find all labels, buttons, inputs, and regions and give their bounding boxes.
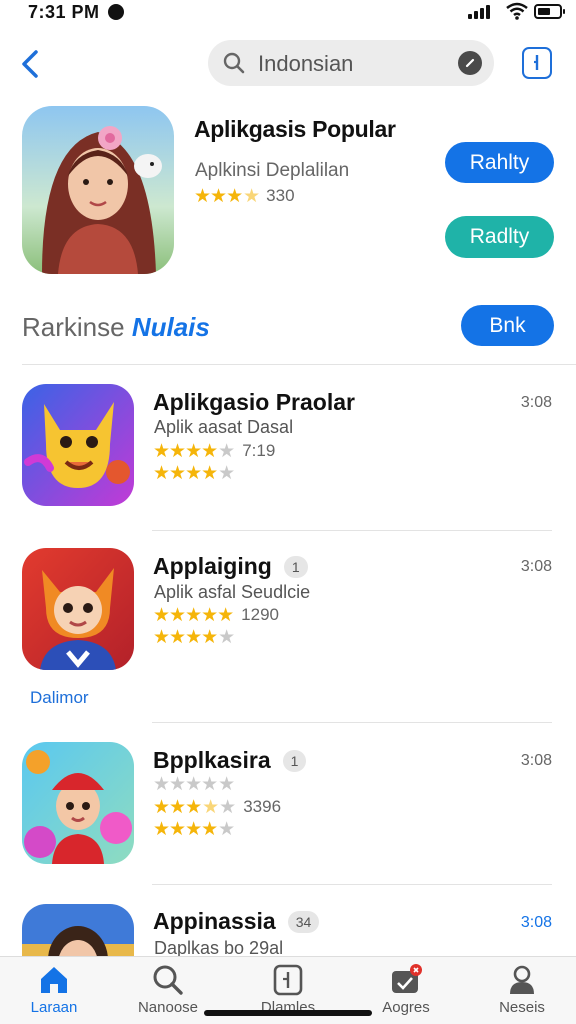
app-subtitle: Aplik asfal Seudlcie (154, 582, 311, 602)
app-name: Applaiging 1 (153, 553, 308, 580)
list-item[interactable]: Appinassia 34 Daplkas bo 29al 3:08 (0, 904, 576, 956)
notification-dot-icon (108, 4, 124, 20)
tab-label: Neseis (499, 999, 545, 1016)
section-divider (22, 364, 576, 365)
app-icon (22, 548, 134, 670)
app-time: 3:08 (520, 914, 552, 931)
tab-updates[interactable]: Aogres (358, 963, 454, 1021)
updates-icon (392, 964, 422, 993)
app-subtitle: Daplkas bo 29al (154, 938, 284, 956)
featured-app-rating: ★★★ ★ 330 (194, 186, 295, 206)
app-time: 3:08 (520, 752, 552, 769)
rating-stars: ★★★★★ (153, 796, 236, 818)
signal-icon (468, 5, 490, 19)
rating-stars: ★★★★★ (153, 774, 235, 795)
app-rating-tertiary: ★★★★ ★ (153, 774, 235, 795)
tab-today[interactable]: Laraan (6, 963, 102, 1021)
featured-app-title: Aplikgasis Popular (194, 116, 396, 142)
app-rating: ★★★★★ 1290 (153, 605, 279, 625)
section-button[interactable]: Bnk (461, 305, 554, 346)
home-indicator (204, 1010, 372, 1016)
rating-count: 7:19 (242, 441, 276, 460)
featured-secondary-button[interactable]: Radlty (445, 216, 554, 258)
rating-count: 3396 (243, 797, 282, 816)
clear-search-icon[interactable] (458, 51, 482, 75)
share-icon[interactable] (522, 47, 552, 79)
rating-stars: ★★★★★ (153, 463, 235, 484)
tab-profile[interactable]: Neseis (474, 963, 570, 1021)
featured-app-icon[interactable] (22, 106, 174, 274)
section-title-part1: Rarkinse (22, 312, 125, 342)
tab-search[interactable]: Nanoose (120, 963, 216, 1021)
app-badge: 34 (287, 910, 320, 933)
rating-stars: ★★★★★ (153, 440, 235, 462)
app-time: 3:08 (520, 394, 552, 411)
rating-stars: ★★★★★ (153, 604, 234, 626)
tab-label: Nanoose (137, 999, 199, 1016)
app-icon (22, 904, 134, 956)
rating-stars: ★★★★★ (153, 627, 235, 648)
tab-label: Laraan (30, 999, 78, 1016)
search-field[interactable]: Indonsian (208, 40, 494, 86)
search-icon (153, 965, 183, 995)
home-icon (41, 967, 67, 993)
status-bar: 7:31 PM (0, 0, 576, 28)
rating-count: 1290 (241, 605, 279, 624)
featured-app-subtitle: Aplkinsi Deplalilan (195, 160, 350, 181)
row-divider (152, 530, 552, 531)
rating-count: 330 (266, 186, 295, 205)
app-time: 3:08 (520, 558, 552, 575)
app-badge: 1 (282, 749, 307, 772)
section-title: Rarkinse Nulais (22, 312, 210, 343)
app-badge: 1 (283, 555, 308, 578)
search-icon (223, 52, 245, 74)
search-query-text: Indonsian (258, 51, 354, 76)
app-rating: ★★★★ ★ 7:19 (153, 441, 275, 461)
battery-icon (534, 4, 565, 19)
app-rating: ★★★ ★ ★ 3396 (153, 797, 281, 817)
row-divider (152, 884, 552, 885)
app-rating-secondary: ★★★★ ★ (153, 627, 235, 648)
section-title-part2[interactable]: Nulais (132, 312, 210, 342)
rating-stars: ★★★★★ (153, 819, 235, 840)
app-rating-secondary: ★★★★ ★ (153, 463, 235, 484)
app-name: Aplikgasio Praolar (153, 389, 355, 415)
app-rating-secondary: ★★★★ ★ (153, 819, 235, 840)
row-divider (152, 722, 552, 723)
app-icon (22, 384, 134, 506)
profile-icon (510, 965, 534, 994)
app-name: Bpplkasira 1 (153, 747, 307, 774)
app-name: Appinassia 34 (153, 908, 320, 935)
apps-icon (273, 964, 303, 996)
more-link[interactable]: Dalimor (30, 688, 89, 708)
rating-stars: ★★★ ★ (194, 185, 260, 207)
tab-label: Aogres (382, 999, 430, 1016)
status-time: 7:31 PM (28, 2, 100, 22)
featured-primary-button[interactable]: Rahlty (445, 142, 554, 183)
wifi-icon (506, 2, 528, 20)
back-chevron-icon[interactable] (14, 44, 50, 84)
app-icon (22, 742, 134, 864)
app-subtitle: Aplik aasat Dasal (154, 417, 294, 437)
